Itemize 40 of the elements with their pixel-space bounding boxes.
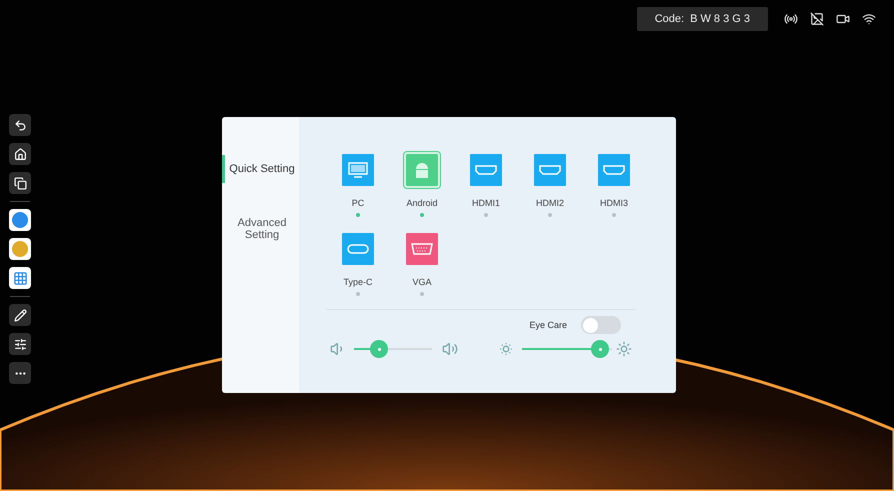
monitor-icon (348, 162, 368, 178)
brightness-high-icon (616, 341, 632, 357)
more-button[interactable] (9, 362, 31, 384)
source-option[interactable]: PC (326, 151, 390, 217)
eye-care-toggle[interactable] (581, 316, 621, 334)
wifi-icon[interactable] (862, 12, 876, 26)
vga-port-icon (411, 243, 433, 255)
grid-icon (12, 270, 28, 286)
settings-button[interactable] (9, 333, 31, 355)
code-label: Code: (654, 13, 684, 25)
eye-care-label: Eye Care (529, 320, 567, 330)
volume-high-icon (442, 341, 458, 357)
home-button[interactable] (9, 143, 31, 165)
usb-c-port-icon (347, 244, 369, 254)
back-icon (14, 118, 26, 132)
code-value: B W 8 3 G 3 (690, 13, 750, 25)
slider-thumb[interactable] (591, 340, 610, 358)
sliders-icon (14, 338, 26, 350)
hotspot-icon[interactable] (784, 12, 798, 26)
settings-tab[interactable]: Advanced Setting (222, 209, 299, 249)
hdmi-port-icon (539, 165, 561, 175)
windows-button[interactable] (9, 172, 31, 194)
pen-button[interactable] (9, 304, 31, 326)
source-option[interactable]: HDMI3 (582, 151, 646, 217)
source-option[interactable]: HDMI1 (454, 151, 518, 217)
source-option[interactable]: Android (390, 151, 454, 217)
hdmi-port-icon (603, 165, 625, 175)
brightness-low-icon (498, 341, 514, 357)
source-option[interactable]: HDMI2 (518, 151, 582, 217)
source-option[interactable]: VGA (390, 230, 454, 296)
slider-thumb[interactable] (370, 340, 388, 358)
windows-icon (14, 176, 26, 190)
source-option[interactable]: Type-C (326, 230, 390, 296)
pen-icon (14, 308, 26, 322)
back-button[interactable] (9, 114, 31, 136)
video-icon[interactable] (836, 12, 850, 26)
apps-button[interactable] (9, 267, 31, 289)
hdmi-port-icon (475, 165, 497, 175)
camera-off-icon[interactable] (810, 12, 824, 26)
home-icon (14, 148, 26, 160)
